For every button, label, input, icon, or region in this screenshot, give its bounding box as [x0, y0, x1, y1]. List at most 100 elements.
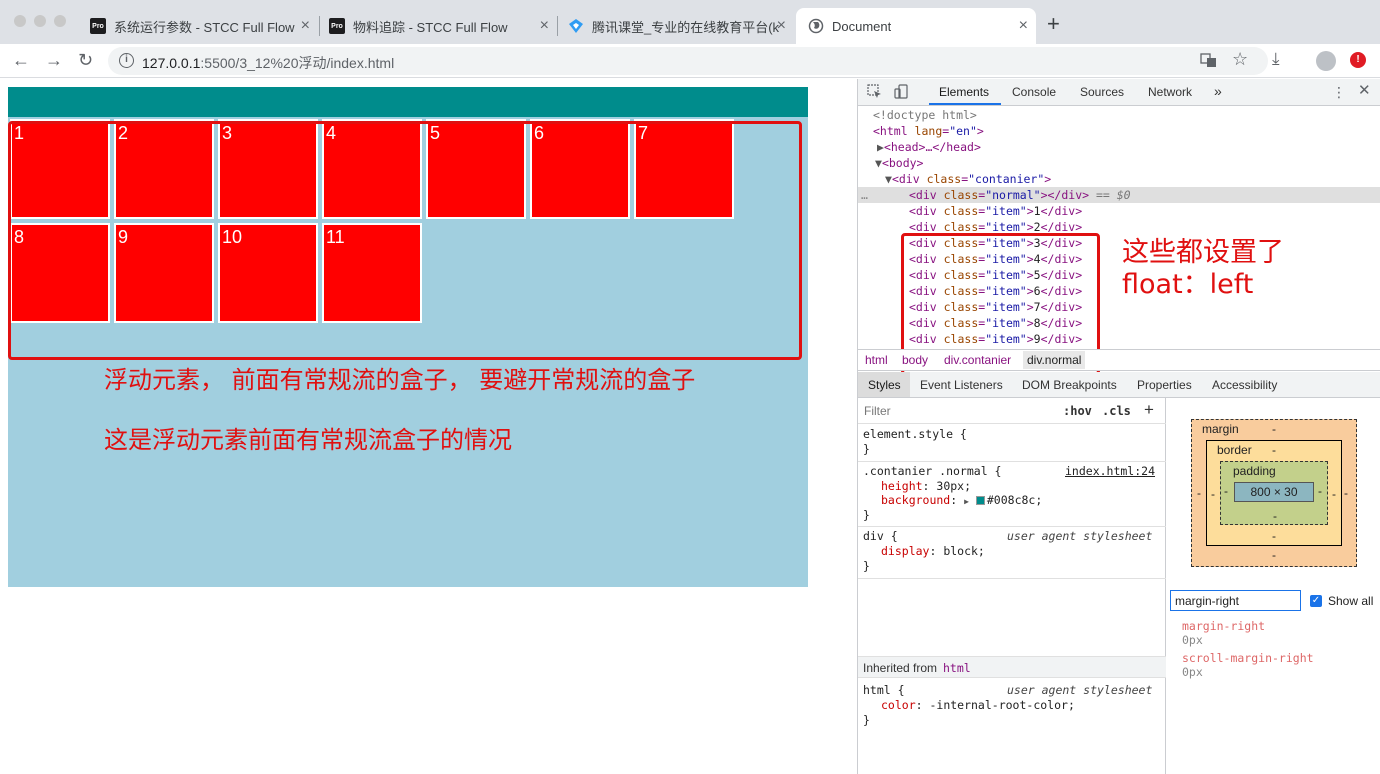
tab-document[interactable]: Document × [796, 8, 1036, 44]
tab-title: Document [832, 18, 892, 34]
rule-selector[interactable]: div { [863, 529, 898, 544]
more-tabs-icon[interactable]: » [1214, 83, 1222, 99]
devtools-tabbar: Elements Console Sources Network » ⋮ ✕ [858, 79, 1380, 106]
minimize-window-button[interactable] [34, 15, 46, 27]
hov-toggle[interactable]: :hov [1063, 404, 1092, 418]
styles-pane: Filter :hov .cls + element.style { } .co… [858, 398, 1166, 774]
show-all-checkbox[interactable]: ✓ Show all [1310, 594, 1373, 608]
color-swatch-icon[interactable] [975, 496, 985, 505]
box-model-content-size[interactable]: 800 × 30 [1234, 482, 1314, 502]
subtab-dom-breakpoints[interactable]: DOM Breakpoints [1022, 378, 1117, 392]
crumb-contanier[interactable]: div.contanier [944, 353, 1011, 367]
crumb-html[interactable]: html [865, 353, 888, 367]
rule-html: html { user agent stylesheet color: -int… [863, 683, 1153, 727]
computed-filter-input[interactable]: margin-right [1170, 590, 1301, 611]
zoom-window-button[interactable] [54, 15, 66, 27]
globe-icon [808, 18, 824, 34]
tab-tencent-classroom[interactable]: 腾讯课堂_专业的在线教育平台(k × [560, 8, 794, 44]
url-text: 127.0.0.1:5500/3_12%20浮动/index.html [142, 55, 395, 71]
translate-icon[interactable] [1200, 52, 1217, 74]
bookmark-star-icon[interactable]: ☆ [1232, 50, 1248, 68]
tab-title: 物料追踪 - STCC Full Flow [353, 19, 508, 35]
tab-console[interactable]: Console [1012, 85, 1056, 99]
decl-color[interactable]: color: -internal-root-color; [881, 698, 1075, 713]
box-model-border[interactable]: border - - - - padding - - - 800 × 30 [1206, 440, 1342, 546]
extension-update-icon[interactable]: ! [1350, 52, 1366, 68]
dom-ellipsis-icon[interactable]: … [861, 187, 868, 203]
subtab-accessibility[interactable]: Accessibility [1212, 378, 1277, 392]
device-toolbar-icon[interactable] [894, 84, 909, 102]
inherited-html-link[interactable]: html [943, 661, 971, 675]
address-bar[interactable]: i 127.0.0.1:5500/3_12%20浮动/index.html [108, 47, 1268, 75]
subtab-properties[interactable]: Properties [1137, 378, 1192, 392]
inherited-from-header: Inherited from html [858, 656, 1166, 678]
styles-filter-input[interactable]: Filter [864, 404, 891, 418]
close-tab-icon[interactable]: × [301, 17, 310, 35]
box-model-pane: margin - - - - border - - - - padding - … [1167, 398, 1380, 774]
dom-item-node[interactable]: <div class="item">1</div> [909, 203, 1082, 219]
decl-height[interactable]: height: 30px; [881, 479, 971, 494]
close-devtools-icon[interactable]: ✕ [1358, 83, 1371, 99]
tab-material-tracking[interactable]: Pro 物料追踪 - STCC Full Flow × [321, 8, 557, 44]
dom-html-node[interactable]: <html lang="en"> [873, 123, 984, 139]
dom-doctype[interactable]: <!doctype html> [873, 107, 977, 123]
close-tab-icon[interactable]: × [1019, 17, 1028, 35]
normal-div [8, 87, 808, 117]
close-window-button[interactable] [14, 15, 26, 27]
new-tab-plus-icon[interactable]: + [1047, 13, 1060, 35]
decl-background[interactable]: background: ▶ #008c8c; [881, 493, 1042, 508]
dom-contanier-node[interactable]: ▼<div class="contanier"> [885, 171, 1051, 187]
rule-selector[interactable]: .contanier .normal { [863, 464, 1001, 478]
dom-head-node[interactable]: ▶<head>…</head> [877, 139, 981, 155]
box-model-margin[interactable]: margin - - - - border - - - - padding - … [1191, 419, 1357, 567]
dom-normal-node[interactable]: <div class="normal"></div> == $0 [909, 187, 1131, 203]
element-style-selector[interactable]: element.style { [863, 427, 967, 442]
forward-arrow-icon[interactable]: → [45, 50, 63, 70]
profile-avatar[interactable] [1316, 51, 1336, 71]
crumb-body[interactable]: body [902, 353, 928, 367]
rule-source-label: user agent stylesheet [1007, 683, 1153, 697]
float-items-highlight-box [8, 121, 802, 360]
download-icon[interactable]: ⤓ [1272, 50, 1280, 68]
subtab-event-listeners[interactable]: Event Listeners [920, 378, 1003, 392]
checkbox-checked-icon: ✓ [1310, 595, 1322, 607]
site-info-icon[interactable]: i [119, 53, 134, 68]
cls-toggle[interactable]: .cls [1102, 404, 1131, 418]
active-tab-indicator [929, 103, 1001, 105]
dom-body-node[interactable]: ▼<body> [875, 155, 923, 171]
inspect-element-icon[interactable] [867, 84, 882, 102]
rule-div: div { user agent stylesheet display: blo… [858, 527, 1166, 579]
pro-favicon-icon: Pro [329, 18, 345, 34]
browser-toolbar: ← → ↻ i 127.0.0.1:5500/3_12%20浮动/index.h… [0, 44, 1380, 78]
tab-strip: Pro 系统运行参数 - STCC Full Flow × Pro 物料追踪 -… [0, 0, 1380, 44]
new-rule-plus-icon[interactable]: + [1144, 400, 1154, 420]
close-tab-icon[interactable]: × [777, 17, 786, 35]
computed-prop-scroll-margin-right[interactable]: scroll-margin-right 0px [1182, 651, 1314, 679]
crumb-normal[interactable]: div.normal [1023, 351, 1086, 369]
devtools-panel: Elements Console Sources Network » ⋮ ✕ <… [857, 79, 1380, 774]
rule-element-style: element.style { } [858, 425, 1166, 462]
subtab-styles[interactable]: Styles [868, 378, 901, 392]
annotation-avoid-normal-flow: 浮动元素， 前面有常规流的盒子， 要避开常规流的盒子 [104, 366, 696, 394]
back-arrow-icon[interactable]: ← [12, 50, 30, 70]
tab-network[interactable]: Network [1148, 85, 1192, 99]
tencent-classroom-icon [568, 18, 584, 34]
annotation-float-left: float：left [1122, 269, 1254, 300]
breadcrumb: html body div.contanier div.normal [858, 349, 1380, 371]
close-tab-icon[interactable]: × [540, 17, 549, 35]
tab-title: 系统运行参数 - STCC Full Flow [114, 19, 295, 35]
reload-icon[interactable]: ↻ [78, 50, 93, 70]
elements-dom-tree: <!doctype html> <html lang="en"> ▶<head>… [858, 107, 1380, 375]
box-model-padding[interactable]: padding - - - 800 × 30 [1220, 461, 1328, 525]
tab-sources[interactable]: Sources [1080, 85, 1124, 99]
decl-display[interactable]: display: block; [881, 544, 985, 559]
rule-contanier-normal: .contanier .normal { index.html:24 heigh… [858, 462, 1166, 527]
tab-elements[interactable]: Elements [939, 85, 989, 99]
annotation-float-after-normal: 这是浮动元素前面有常规流盒子的情况 [104, 426, 512, 454]
computed-prop-margin-right[interactable]: margin-right 0px [1182, 619, 1265, 647]
rule-selector[interactable]: html { [863, 683, 905, 698]
kebab-menu-icon[interactable]: ⋮ [1332, 84, 1346, 100]
rule-source-link[interactable]: index.html:24 [1065, 464, 1155, 479]
tab-stcc-params[interactable]: Pro 系统运行参数 - STCC Full Flow × [82, 8, 318, 44]
tab-title: 腾讯课堂_专业的在线教育平台(k [592, 19, 780, 35]
